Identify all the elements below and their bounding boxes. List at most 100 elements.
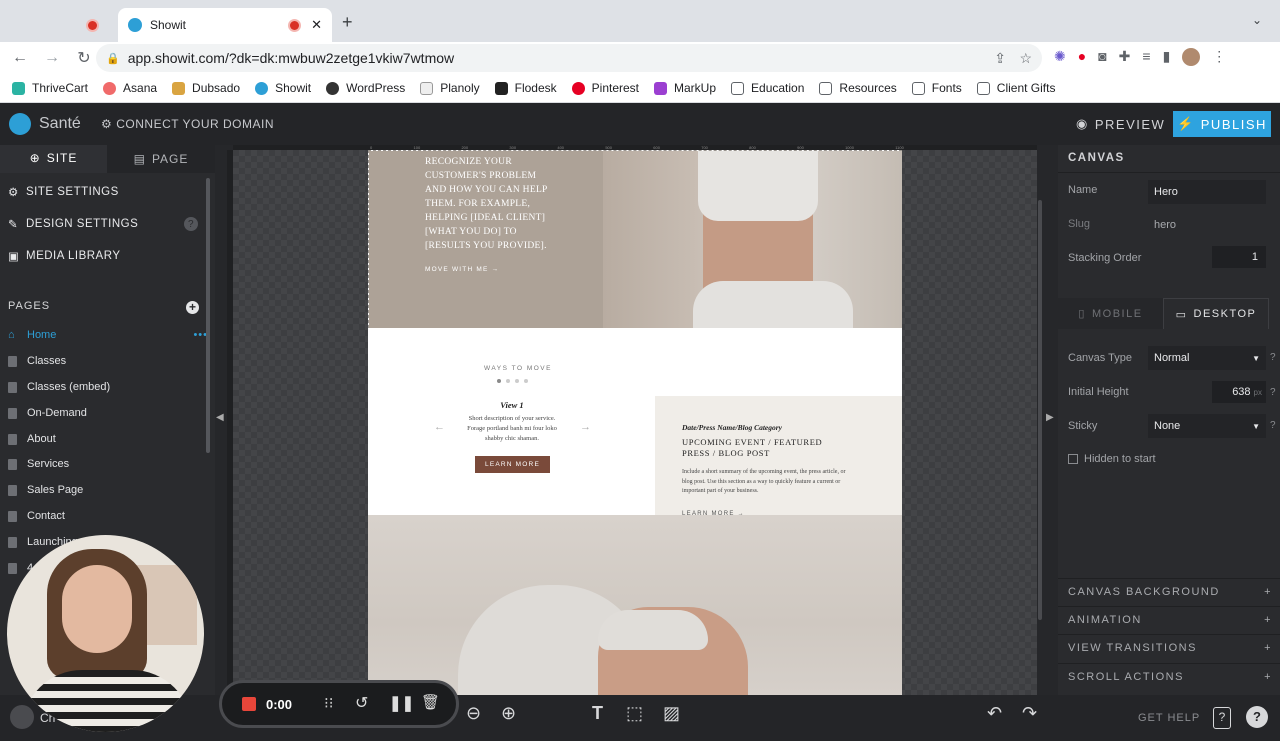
media-library-item[interactable]: ▣ MEDIA LIBRARY (8, 249, 121, 263)
bookmark-pinterest[interactable]: Pinterest (571, 81, 639, 95)
pause-icon[interactable]: ❚❚ (389, 694, 414, 712)
page-item[interactable]: On-Demand (8, 407, 87, 419)
bookmark-resources[interactable]: Resources (819, 81, 897, 95)
section-view-transitions[interactable]: VIEW TRANSITIONS + (1058, 634, 1280, 660)
recording-dot-icon (88, 20, 97, 30)
dot[interactable] (515, 379, 519, 383)
webcam-person-face (62, 565, 132, 653)
bookmark-fonts[interactable]: Fonts (911, 81, 962, 95)
dot[interactable] (506, 379, 510, 383)
bookmark-showit[interactable]: Showit (255, 81, 311, 95)
connect-domain-button[interactable]: ⚙ CONNECT YOUR DOMAIN (101, 117, 274, 131)
url-bar[interactable]: 🔒 app.showit.com/?dk=dk:mwbuw2zetge1vkiw… (96, 44, 1042, 72)
extension-icon[interactable]: ✺ (1054, 48, 1066, 66)
page-item[interactable]: About (8, 433, 56, 445)
checkbox-icon[interactable] (1068, 454, 1078, 464)
stop-recording-button[interactable] (242, 697, 256, 711)
forward-icon[interactable]: → (36, 49, 68, 67)
tab-site[interactable]: ⊕ SITE (0, 145, 107, 173)
page-item[interactable]: Services (8, 458, 69, 470)
stacking-order-input[interactable]: 1 (1212, 246, 1266, 268)
collapse-left-icon[interactable]: ◀ (216, 412, 224, 423)
help-icon[interactable]: ? (184, 217, 198, 231)
zoom-in-icon[interactable]: ⊕ (501, 703, 516, 724)
move-with-me-link[interactable]: MOVE WITH ME → (425, 266, 499, 273)
help-docs-icon[interactable]: ? (1213, 707, 1231, 729)
puzzle-icon[interactable]: ✚ (1119, 48, 1131, 66)
sticky-select[interactable]: None ▼ (1148, 414, 1266, 438)
bookmark-wordpress[interactable]: WordPress (326, 81, 405, 95)
section-animation[interactable]: ANIMATION + (1058, 606, 1280, 632)
add-image-icon[interactable]: ▨ (663, 703, 680, 724)
tab-mobile[interactable]: ▯ MOBILE (1058, 298, 1163, 329)
page-item-home[interactable]: ⌂ Home ••• (8, 329, 208, 341)
sidebar-icon[interactable]: ▮ (1163, 48, 1171, 66)
bookmark-client-gifts[interactable]: Client Gifts (976, 81, 1055, 95)
design-settings-item[interactable]: ✎ DESIGN SETTINGS ? (8, 217, 198, 231)
site-page[interactable]: RECOGNIZE YOUR CUSTOMER'S PROBLEM AND HO… (368, 150, 902, 695)
redo-icon[interactable]: ↷ (1022, 703, 1037, 724)
add-text-icon[interactable]: T (592, 703, 603, 724)
bookmark-flodesk[interactable]: Flodesk (494, 81, 557, 95)
bookmark-planoly[interactable]: Planoly (420, 81, 480, 95)
pinterest-extension-icon[interactable]: ● (1078, 48, 1086, 66)
canvas-type-select[interactable]: Normal ▼ (1148, 346, 1266, 370)
page-item[interactable]: Contact (8, 510, 65, 522)
page-item[interactable]: Sales Page (8, 484, 83, 496)
section-canvas-background[interactable]: CANVAS BACKGROUND + (1058, 578, 1280, 604)
delete-recording-icon[interactable]: 🗑 (421, 693, 440, 711)
sidebar-scrollbar[interactable] (206, 178, 210, 453)
collapse-right-icon[interactable]: ▶ (1046, 412, 1054, 423)
webcam-bubble[interactable] (7, 535, 204, 732)
chevron-down-icon[interactable]: ⌄ (1252, 13, 1262, 27)
bookmark-dubsado[interactable]: Dubsado (172, 81, 240, 95)
camera-extension-icon[interactable]: ◙ (1098, 48, 1106, 66)
bookmark-asana[interactable]: Asana (103, 81, 157, 95)
help-icon[interactable]: ? (1270, 387, 1276, 398)
dot-active[interactable] (497, 379, 501, 383)
bookmark-markup[interactable]: MarkUp (654, 81, 716, 95)
tab-desktop[interactable]: ▭ DESKTOP (1163, 298, 1269, 329)
tab-page[interactable]: ▤ PAGE (107, 145, 215, 173)
close-tab-icon[interactable]: ✕ (311, 17, 322, 33)
get-help-link[interactable]: GET HELP (1138, 712, 1200, 724)
new-tab-icon[interactable]: + (342, 12, 353, 33)
zoom-out-icon[interactable]: ⊖ (466, 703, 481, 724)
star-icon[interactable]: ☆ (1019, 50, 1032, 67)
site-settings-item[interactable]: ⚙ SITE SETTINGS (8, 185, 119, 199)
name-input[interactable]: Hero (1148, 180, 1266, 204)
back-icon[interactable]: ← (4, 49, 36, 67)
help-icon[interactable]: ? (1270, 420, 1276, 431)
arrow-left-icon[interactable]: ← (434, 421, 445, 433)
browser-tab-active[interactable]: Showit ✕ (118, 8, 332, 42)
page-item[interactable]: Classes (8, 355, 66, 367)
help-icon[interactable]: ? (1270, 352, 1276, 363)
add-page-icon[interactable]: + (186, 301, 199, 314)
media-icon[interactable]: ≡ (1142, 48, 1150, 66)
dot[interactable] (524, 379, 528, 383)
undo-icon[interactable]: ↶ (987, 703, 1002, 724)
profile-avatar[interactable] (1182, 48, 1201, 66)
arrow-right-icon[interactable]: → (580, 421, 591, 433)
browser-tab[interactable] (78, 8, 118, 42)
more-vert-icon[interactable]: ⋮ (1212, 48, 1226, 66)
carousel-dots[interactable] (497, 379, 528, 383)
preview-button[interactable]: ◉ PREVIEW (1076, 116, 1165, 132)
bookmark-education[interactable]: Education (731, 81, 804, 95)
chat-help-icon[interactable]: ? (1246, 706, 1268, 728)
section-scroll-actions[interactable]: SCROLL ACTIONS + (1058, 663, 1280, 689)
publish-button[interactable]: ⚡ PUBLISH (1173, 111, 1271, 137)
initial-height-input[interactable]: 638 px (1212, 381, 1266, 403)
add-shape-icon[interactable]: ⬚ (626, 703, 643, 724)
share-icon[interactable]: ⇪ (994, 50, 1006, 67)
learn-more-button[interactable]: LEARN MORE (475, 456, 550, 473)
drag-handle-icon[interactable]: ⁝⁝ (324, 694, 334, 712)
lock-icon: 🔒 (106, 52, 120, 65)
bookmark-thrivecart[interactable]: ThriveCart (12, 81, 88, 95)
page-item[interactable]: Classes (embed) (8, 381, 110, 393)
restart-icon[interactable]: ↺ (355, 693, 368, 713)
canvas-scrollbar[interactable] (1038, 200, 1042, 620)
hero-text[interactable]: RECOGNIZE YOUR CUSTOMER'S PROBLEM AND HO… (425, 155, 555, 253)
hero-canvas[interactable]: RECOGNIZE YOUR CUSTOMER'S PROBLEM AND HO… (368, 150, 902, 329)
hidden-to-start-checkbox[interactable]: Hidden to start (1068, 453, 1156, 465)
